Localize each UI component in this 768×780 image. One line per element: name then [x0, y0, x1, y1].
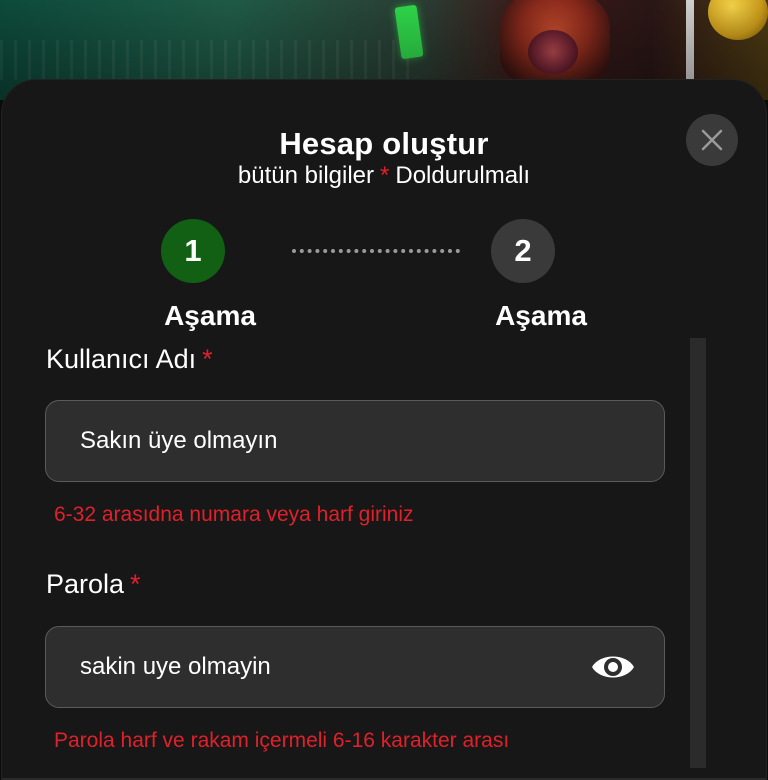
username-label-text: Kullanıcı Adı [46, 344, 197, 374]
password-input[interactable] [80, 627, 580, 707]
toggle-password-visibility-button[interactable] [590, 645, 636, 689]
password-error: Parola harf ve rakam içermeli 6-16 karak… [54, 729, 510, 752]
step-connector [292, 249, 460, 253]
username-field[interactable] [45, 400, 665, 482]
password-field[interactable] [45, 626, 665, 708]
scrollbar[interactable] [690, 338, 706, 768]
subtitle-text-end: Doldurulmalı [395, 162, 531, 189]
password-required-star: * [130, 569, 141, 599]
step-1-indicator: 1 [161, 219, 225, 283]
close-icon [701, 129, 723, 151]
modal-subtitle: bütün bilgiler * Doldurulmalı [0, 162, 768, 190]
close-button[interactable] [686, 114, 738, 166]
password-label: Parola * [46, 569, 141, 600]
required-star: * [380, 162, 390, 189]
username-required-star: * [202, 344, 213, 374]
step-2-indicator: 2 [491, 219, 555, 283]
username-input[interactable] [80, 401, 580, 481]
username-label: Kullanıcı Adı * [46, 344, 213, 375]
password-label-text: Parola [46, 569, 125, 599]
step-1-label: Aşama [164, 300, 256, 331]
step-2-label: Aşama [495, 300, 587, 331]
modal-title: Hesap oluştur [279, 126, 489, 161]
username-error: 6-32 arasıdna numara veya harf giriniz [54, 503, 414, 526]
subtitle-text: bütün bilgiler [237, 162, 375, 189]
eye-icon [592, 656, 634, 678]
